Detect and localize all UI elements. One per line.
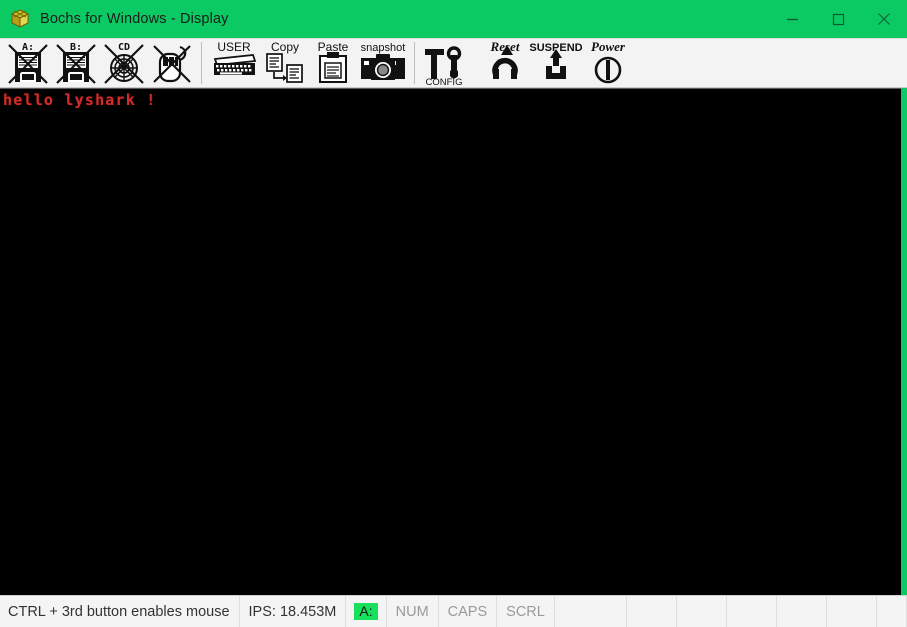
svg-text:snapshot: snapshot [361, 42, 406, 54]
close-button[interactable] [861, 0, 907, 38]
power-button[interactable]: Power [582, 39, 634, 87]
window-title: Bochs for Windows - Display [40, 11, 229, 27]
config-button[interactable]: CONFIG [420, 39, 468, 87]
floppy-a-led: A: [354, 603, 378, 620]
status-panel-empty [727, 596, 777, 627]
status-panel-empty [677, 596, 727, 627]
status-panel-empty [555, 596, 627, 627]
vga-text-line: hello lyshark ! [3, 91, 157, 109]
status-panel-empty [877, 596, 907, 627]
toolbar-separator [414, 42, 415, 84]
svg-text:A:: A: [22, 42, 34, 53]
mouse-button[interactable] [148, 39, 196, 87]
vga-display[interactable]: hello lyshark ! [0, 88, 901, 595]
ips-panel: IPS: 18.453M [240, 596, 347, 627]
status-panel-empty [777, 596, 827, 627]
floppy-b-button[interactable]: B: [52, 39, 100, 87]
maximize-button[interactable] [815, 0, 861, 38]
paste-button[interactable]: Paste [309, 39, 357, 87]
suspend-button[interactable]: SUSPEND [530, 39, 582, 87]
floppy-a-led-panel: A: [346, 596, 387, 627]
status-panel-empty [827, 596, 877, 627]
svg-text:Paste: Paste [318, 40, 349, 54]
svg-text:B:: B: [70, 42, 82, 53]
svg-text:USER: USER [217, 40, 251, 54]
user-button[interactable]: USER [207, 39, 261, 87]
num-lock-indicator: NUM [387, 596, 439, 627]
scroll-lock-indicator: SCRL [497, 596, 555, 627]
cdrom-button[interactable]: CD [100, 39, 148, 87]
bochs-logo-icon [9, 8, 31, 30]
window-controls [769, 0, 907, 38]
status-panel-empty [627, 596, 677, 627]
mouse-hint-panel: CTRL + 3rd button enables mouse [0, 596, 240, 627]
toolbar-separator [201, 42, 202, 84]
minimize-button[interactable] [769, 0, 815, 38]
snapshot-button[interactable]: snapshot [357, 39, 409, 87]
caps-lock-indicator: CAPS [439, 596, 498, 627]
floppy-a-button[interactable]: A: [4, 39, 52, 87]
title-bar[interactable]: Bochs for Windows - Display [0, 0, 907, 38]
svg-text:Power: Power [591, 39, 626, 54]
svg-text:CONFIG: CONFIG [426, 77, 463, 87]
svg-text:Copy: Copy [271, 40, 299, 54]
vga-display-area: hello lyshark ! [0, 88, 907, 595]
svg-text:CD: CD [118, 42, 130, 53]
reset-button[interactable]: Reset [480, 39, 530, 87]
copy-button[interactable]: Copy [261, 39, 309, 87]
bochs-window: Bochs for Windows - Display A: B: CD USE… [0, 0, 907, 627]
toolbar: A: B: CD USER Copy Paste snapshot CONFIG… [0, 38, 907, 88]
status-bar: CTRL + 3rd button enables mouse IPS: 18.… [0, 595, 907, 627]
